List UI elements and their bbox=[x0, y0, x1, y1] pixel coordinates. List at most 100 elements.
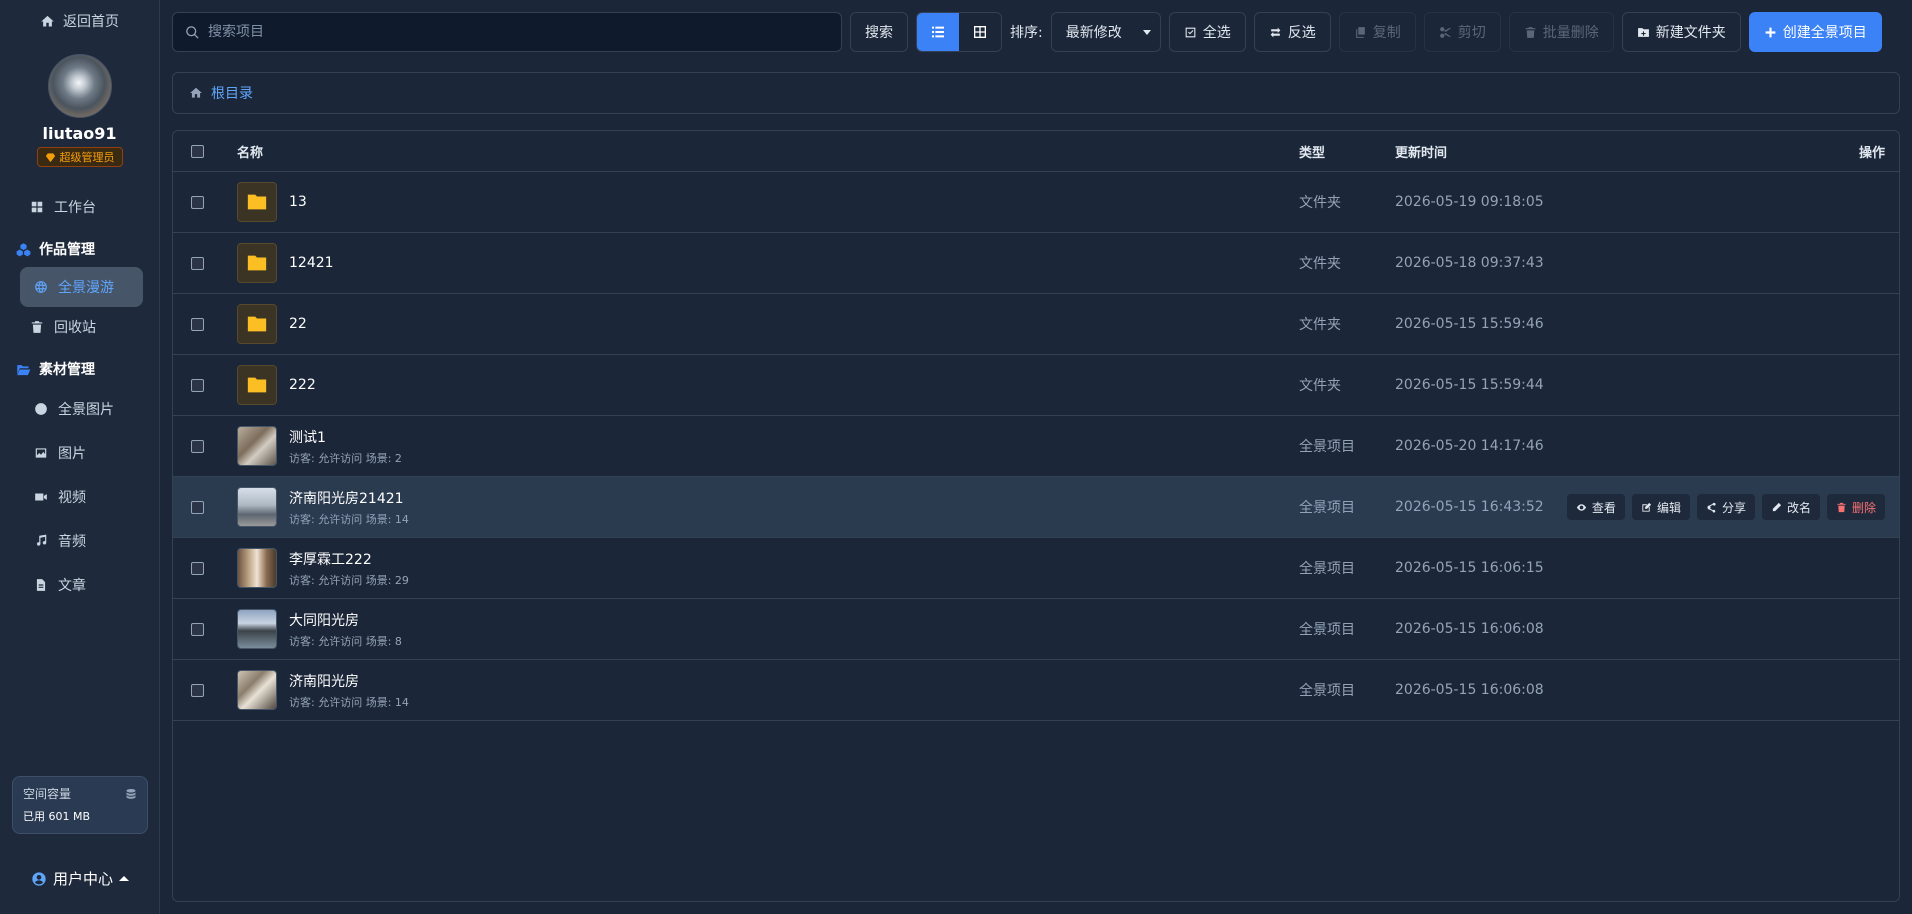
invert-selection-button[interactable]: 反选 bbox=[1253, 12, 1331, 52]
new-folder-button[interactable]: 新建文件夹 bbox=[1621, 12, 1741, 52]
folder-icon bbox=[237, 182, 277, 222]
sidebar-item-label: 全景图片 bbox=[58, 402, 114, 418]
grid-view-button[interactable] bbox=[959, 13, 1001, 51]
row-checkbox[interactable] bbox=[191, 317, 204, 331]
row-checkbox[interactable] bbox=[191, 622, 204, 636]
sidebar-item-workbench[interactable]: 工作台 bbox=[0, 187, 159, 227]
nav-group-label: 作品管理 bbox=[39, 242, 95, 258]
select-all-button[interactable]: 全选 bbox=[1168, 12, 1246, 52]
project-thumbnail bbox=[237, 609, 277, 649]
music-icon bbox=[36, 534, 47, 546]
edit-icon bbox=[1642, 502, 1652, 512]
delete-button[interactable]: 删除 bbox=[1826, 494, 1885, 520]
sidebar-nav: 工作台 作品管理 全景漫游 回收站 素材管理 全景图片 图片 视频 音频 文章 bbox=[0, 187, 159, 607]
sidebar-item-panorama-images[interactable]: 全景图片 bbox=[0, 387, 159, 431]
list-icon bbox=[932, 26, 944, 38]
folder-icon bbox=[237, 243, 277, 283]
search-box[interactable] bbox=[172, 12, 842, 52]
row-checkbox[interactable] bbox=[191, 500, 204, 514]
search-input[interactable] bbox=[208, 24, 828, 40]
item-time: 2026-05-19 09:18:05 bbox=[1395, 194, 1544, 210]
sidebar-item-label: 文章 bbox=[58, 578, 86, 594]
copy-button[interactable]: 复制 bbox=[1338, 12, 1416, 52]
row-checkbox[interactable] bbox=[191, 439, 204, 453]
item-meta: 访客: 允许访问 场景: 14 bbox=[289, 695, 409, 709]
eye-icon bbox=[1576, 503, 1587, 511]
table-row[interactable]: 测试1 访客: 允许访问 场景: 2 全景项目 2026-05-20 14:17… bbox=[173, 416, 1899, 477]
cut-button[interactable]: 剪切 bbox=[1423, 12, 1501, 52]
batch-delete-label: 批量删除 bbox=[1542, 25, 1599, 41]
view-toggle bbox=[916, 12, 1002, 52]
item-name[interactable]: 22 bbox=[289, 316, 307, 332]
share-icon bbox=[1707, 502, 1716, 513]
item-name[interactable]: 222 bbox=[289, 377, 316, 393]
row-checkbox[interactable] bbox=[191, 256, 204, 270]
sidebar-item-panorama-tour[interactable]: 全景漫游 bbox=[20, 267, 143, 307]
item-name[interactable]: 13 bbox=[289, 194, 307, 210]
item-name[interactable]: 12421 bbox=[289, 255, 334, 271]
caret-up-icon bbox=[119, 875, 129, 881]
batch-delete-button[interactable]: 批量删除 bbox=[1508, 12, 1614, 52]
row-checkbox[interactable] bbox=[191, 683, 204, 697]
trash-icon bbox=[31, 321, 43, 333]
create-project-button[interactable]: 创建全景项目 bbox=[1748, 12, 1882, 52]
search-icon bbox=[186, 25, 199, 39]
sidebar-item-label: 图片 bbox=[58, 446, 86, 462]
item-name[interactable]: 济南阳光房21421 bbox=[289, 488, 409, 508]
table-row[interactable]: 12421 文件夹 2026-05-18 09:37:43 bbox=[173, 233, 1899, 294]
sidebar-item-recycle[interactable]: 回收站 bbox=[0, 307, 159, 347]
item-name[interactable]: 大同阳光房 bbox=[289, 610, 402, 630]
table-row[interactable]: 大同阳光房 访客: 允许访问 场景: 8 全景项目 2026-05-15 16:… bbox=[173, 599, 1899, 660]
row-actions: 查看 编辑 分享 改名 删除 bbox=[1551, 494, 1899, 520]
new-folder-label: 新建文件夹 bbox=[1655, 25, 1726, 41]
table-row[interactable]: 济南阳光房 访客: 允许访问 场景: 14 全景项目 2026-05-15 16… bbox=[173, 660, 1899, 721]
sort-value: 最新修改 bbox=[1065, 25, 1122, 41]
home-icon bbox=[41, 15, 54, 26]
table-row[interactable]: 222 文件夹 2026-05-15 15:59:44 bbox=[173, 355, 1899, 416]
user-center-menu[interactable]: 用户中心 bbox=[0, 868, 160, 889]
item-name[interactable]: 测试1 bbox=[289, 427, 402, 447]
item-time: 2026-05-15 15:59:46 bbox=[1395, 316, 1544, 332]
table-row[interactable]: 22 文件夹 2026-05-15 15:59:46 bbox=[173, 294, 1899, 355]
delete-label: 删除 bbox=[1851, 500, 1876, 515]
toolbar: 搜索 排序: 最新修改 全选 反选 bbox=[172, 12, 1900, 52]
select-all-checkbox[interactable] bbox=[191, 144, 204, 158]
item-name[interactable]: 济南阳光房 bbox=[289, 671, 409, 691]
item-name[interactable]: 李厚霖工222 bbox=[289, 549, 409, 569]
col-header-type: 类型 bbox=[1299, 145, 1326, 161]
row-checkbox[interactable] bbox=[191, 378, 204, 392]
sidebar-item-audio[interactable]: 音频 bbox=[0, 519, 159, 563]
invert-label: 反选 bbox=[1287, 25, 1316, 41]
table-row[interactable]: 李厚霖工222 访客: 允许访问 场景: 29 全景项目 2026-05-15 … bbox=[173, 538, 1899, 599]
view-button[interactable]: 查看 bbox=[1566, 494, 1625, 520]
table-row[interactable]: 济南阳光房21421 访客: 允许访问 场景: 14 全景项目 2026-05-… bbox=[173, 477, 1899, 538]
avatar[interactable] bbox=[47, 54, 112, 118]
project-thumbnail bbox=[237, 487, 277, 527]
share-button[interactable]: 分享 bbox=[1696, 494, 1755, 520]
rename-button[interactable]: 改名 bbox=[1761, 494, 1820, 520]
trash-icon bbox=[1837, 502, 1846, 512]
search-button[interactable]: 搜索 bbox=[850, 12, 908, 52]
breadcrumb-root[interactable]: 根目录 bbox=[211, 83, 253, 103]
sidebar-item-videos[interactable]: 视频 bbox=[0, 475, 159, 519]
copy-icon bbox=[1355, 26, 1365, 38]
row-checkbox[interactable] bbox=[191, 561, 204, 575]
diamond-icon bbox=[45, 152, 55, 162]
back-home-link[interactable]: 返回首页 bbox=[0, 0, 159, 42]
edit-button[interactable]: 编辑 bbox=[1631, 494, 1690, 520]
sidebar-item-articles[interactable]: 文章 bbox=[0, 563, 159, 607]
image-icon bbox=[35, 448, 47, 458]
create-project-label: 创建全景项目 bbox=[1782, 25, 1867, 41]
table-row[interactable]: 13 文件夹 2026-05-19 09:18:05 bbox=[173, 172, 1899, 233]
database-icon bbox=[126, 788, 136, 799]
storage-used: 已用 601 MB bbox=[23, 810, 91, 823]
item-type: 文件夹 bbox=[1299, 378, 1341, 394]
sidebar-item-images[interactable]: 图片 bbox=[0, 431, 159, 475]
col-header-name: 名称 bbox=[237, 145, 264, 161]
sort-select[interactable]: 最新修改 bbox=[1050, 12, 1161, 52]
row-checkbox[interactable] bbox=[191, 195, 204, 209]
list-view-button[interactable] bbox=[917, 13, 959, 51]
folder-plus-icon bbox=[1637, 27, 1649, 37]
edit-label: 编辑 bbox=[1656, 500, 1681, 515]
copy-label: 复制 bbox=[1372, 25, 1401, 41]
